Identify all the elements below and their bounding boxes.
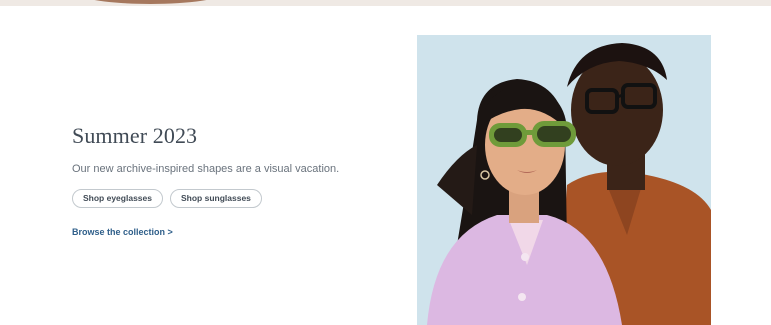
browse-collection-link[interactable]: Browse the collection > — [72, 227, 173, 237]
top-banner-strip — [0, 0, 771, 6]
shop-sunglasses-button[interactable]: Shop sunglasses — [169, 189, 262, 208]
banner-image-fragment — [78, 0, 223, 4]
shop-eyeglasses-button[interactable]: Shop eyeglasses — [72, 189, 163, 208]
cta-button-row: Shop eyeglasses Shop sunglasses — [72, 189, 372, 208]
hero-text-block: Summer 2023 Our new archive-inspired sha… — [72, 122, 372, 240]
hero-subtitle: Our new archive-inspired shapes are a vi… — [72, 163, 340, 175]
hero-photo — [417, 35, 711, 325]
hero-title: Summer 2023 — [72, 123, 198, 148]
hero-photo-illustration — [417, 35, 711, 325]
